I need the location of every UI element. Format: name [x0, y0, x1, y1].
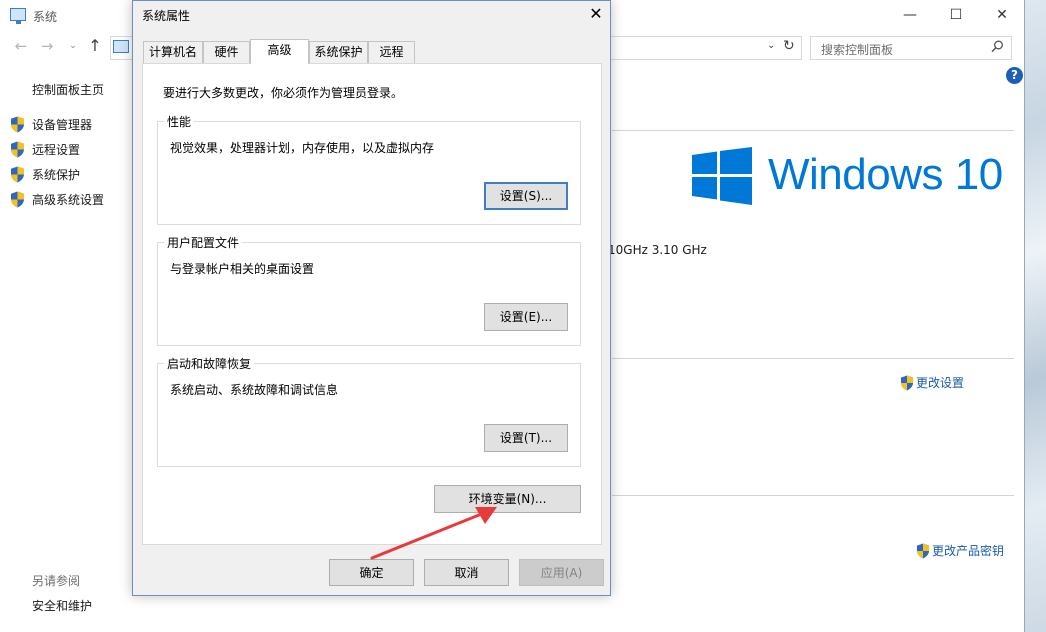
- startup-recovery-settings-button[interactable]: 设置(T)...: [484, 424, 568, 452]
- back-arrow-icon[interactable]: ←: [12, 36, 30, 56]
- windows-logo-icon: [692, 147, 752, 205]
- search-icon[interactable]: [991, 40, 1004, 53]
- cancel-button[interactable]: 取消: [424, 559, 509, 586]
- chevron-down-icon[interactable]: ⌄: [767, 40, 775, 51]
- search-input[interactable]: 搜索控制面板: [810, 36, 1012, 60]
- tab-hardware[interactable]: 硬件: [203, 41, 250, 63]
- help-icon[interactable]: ?: [1006, 67, 1023, 84]
- group-description: 系统启动、系统故障和调试信息: [170, 383, 339, 397]
- tab-advanced[interactable]: 高级: [250, 39, 309, 64]
- shield-icon: [11, 191, 24, 207]
- window-title: 系统: [33, 10, 58, 24]
- ok-button[interactable]: 确定: [329, 559, 414, 586]
- windows-10-logo-text: Windows 10: [768, 150, 1003, 199]
- dialog-title: 系统属性: [142, 9, 191, 23]
- processor-speed: 10GHz 3.10 GHz: [608, 243, 707, 257]
- sidebar-item-label: 高级系统设置: [32, 192, 105, 207]
- shield-icon: [11, 116, 24, 132]
- refresh-icon[interactable]: ↻: [783, 38, 795, 54]
- environment-variables-button[interactable]: 环境变量(N)...: [434, 485, 581, 513]
- sidebar-item-advanced-system-settings[interactable]: 高级系统设置: [10, 190, 104, 208]
- group-title: 启动和故障恢复: [164, 355, 255, 372]
- computer-icon: [113, 40, 129, 53]
- maximize-button[interactable]: ☐: [946, 5, 966, 25]
- shield-icon: [916, 543, 930, 558]
- section-divider: [612, 495, 1014, 496]
- user-profile-group: 用户配置文件 与登录帐户相关的桌面设置 设置(E)...: [157, 234, 581, 346]
- user-profile-settings-button[interactable]: 设置(E)...: [484, 303, 568, 331]
- change-settings-label: 更改设置: [916, 376, 965, 390]
- dialog-close-button[interactable]: ✕: [585, 3, 607, 25]
- forward-arrow-icon[interactable]: →: [38, 36, 56, 56]
- shield-icon: [900, 375, 914, 390]
- desktop-background: [1024, 0, 1046, 632]
- startup-recovery-group: 启动和故障恢复 系统启动、系统故障和调试信息 设置(T)...: [157, 355, 581, 467]
- close-button[interactable]: ✕: [992, 5, 1012, 25]
- group-title: 用户配置文件: [164, 234, 243, 251]
- sidebar-item-device-manager[interactable]: 设备管理器: [10, 115, 92, 133]
- sidebar-item-label: 系统保护: [32, 167, 81, 182]
- group-title: 性能: [164, 113, 195, 130]
- advanced-tab-panel: 要进行大多数更改，你必须作为管理员登录。 性能 视觉效果，处理器计划，内存使用，…: [142, 63, 602, 545]
- sidebar-item-label: 设备管理器: [32, 117, 93, 132]
- admin-notice: 要进行大多数更改，你必须作为管理员登录。: [163, 86, 404, 100]
- section-divider: [612, 358, 1014, 359]
- security-and-maintenance-link[interactable]: 安全和维护: [32, 597, 92, 614]
- control-panel-home-link[interactable]: 控制面板主页: [32, 81, 104, 98]
- recent-locations-chevron-icon[interactable]: ⌄: [64, 36, 82, 56]
- up-arrow-icon[interactable]: ↑: [86, 36, 104, 56]
- minimize-button[interactable]: —: [900, 5, 920, 25]
- shield-icon: [11, 141, 24, 157]
- group-description: 与登录帐户相关的桌面设置: [170, 262, 315, 276]
- system-properties-dialog: 系统属性 ✕ 计算机名 硬件 高级 系统保护 远程 要进行大多数更改，你必须作为…: [132, 0, 611, 596]
- sidebar-item-system-protection[interactable]: 系统保护: [10, 165, 80, 183]
- change-product-key-link[interactable]: 更改产品密钥: [916, 542, 1004, 559]
- tab-remote[interactable]: 远程: [368, 41, 415, 63]
- section-divider: [612, 130, 1014, 131]
- change-settings-link[interactable]: 更改设置: [900, 374, 964, 391]
- tab-system-protection[interactable]: 系统保护: [309, 41, 368, 63]
- sidebar-item-remote-settings[interactable]: 远程设置: [10, 140, 80, 158]
- change-product-key-label: 更改产品密钥: [932, 544, 1005, 558]
- search-placeholder: 搜索控制面板: [821, 43, 894, 57]
- computer-icon: [10, 8, 26, 24]
- performance-group: 性能 视觉效果，处理器计划，内存使用，以及虚拟内存 设置(S)...: [157, 113, 581, 225]
- sidebar-item-label: 远程设置: [32, 142, 81, 157]
- tab-computer-name[interactable]: 计算机名: [143, 41, 203, 63]
- group-description: 视觉效果，处理器计划，内存使用，以及虚拟内存: [170, 141, 435, 155]
- apply-button[interactable]: 应用(A): [519, 559, 604, 586]
- sidebar: 控制面板主页 设备管理器 远程设置 系统保护 高级系统设置 另请参阅 安全和维护: [0, 70, 132, 632]
- see-also-heading: 另请参阅: [32, 574, 81, 588]
- shield-icon: [11, 166, 24, 182]
- performance-settings-button[interactable]: 设置(S)...: [484, 182, 568, 210]
